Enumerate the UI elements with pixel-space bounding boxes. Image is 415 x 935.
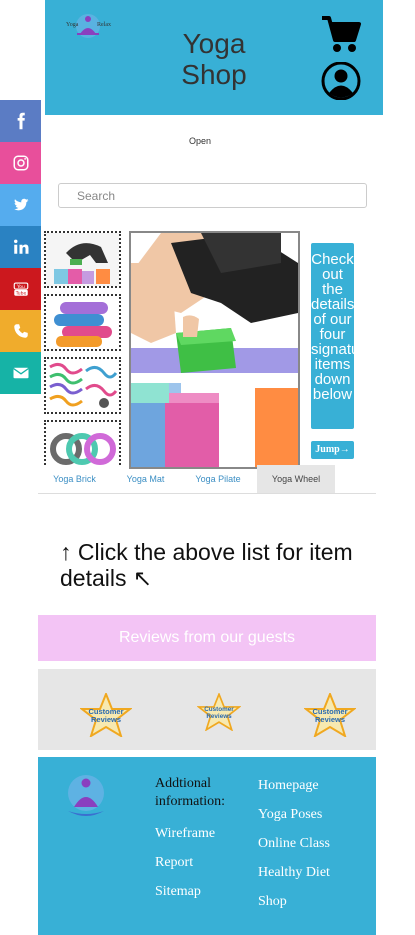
tab-yoga-mat[interactable]: Yoga Mat (111, 465, 180, 493)
instagram-icon (13, 155, 28, 171)
linkedin-link[interactable] (0, 226, 41, 268)
thumbnail-yoga-brick[interactable] (44, 231, 121, 288)
page-title-line1: Yoga (182, 28, 246, 59)
open-nav-button[interactable]: Open (170, 136, 230, 146)
search-input[interactable] (58, 183, 367, 208)
twitter-icon (13, 198, 28, 211)
jump-button[interactable]: Jump→ (311, 441, 354, 459)
footer-link-shop[interactable]: Shop (258, 887, 330, 916)
page-title: Yoga Shop (165, 28, 263, 90)
yoga-brick-thumbnail-image (46, 233, 119, 286)
yoga-brick-product-image (131, 233, 298, 467)
star-badge-icon: Customer Reviews (303, 691, 357, 739)
badge-text-line2: Reviews (206, 713, 232, 720)
footer-links-left: Wireframe Report Sitemap (155, 819, 215, 906)
site-logo[interactable]: Yoga Relax (65, 12, 111, 42)
social-sidebar: You Tube (0, 100, 41, 394)
logo-text-left: Yoga (66, 22, 79, 28)
footer-link-wireframe[interactable]: Wireframe (155, 819, 215, 848)
email-link[interactable] (0, 352, 41, 394)
twitter-link[interactable] (0, 184, 41, 226)
yoga-mat-thumbnail-image (46, 296, 119, 349)
footer-link-yoga-poses[interactable]: Yoga Poses (258, 800, 330, 829)
reviews-panel: Customer Reviews Customer Reviews Custom… (38, 669, 376, 750)
footer-link-report[interactable]: Report (155, 848, 215, 877)
linkedin-icon (13, 239, 28, 254)
badge-text-line2: Reviews (91, 715, 121, 724)
phone-link[interactable] (0, 310, 41, 352)
customer-reviews-badge[interactable]: Customer Reviews (196, 691, 242, 737)
yoga-wheel-thumbnail-image (46, 422, 119, 465)
star-badge-icon: Customer Reviews (79, 691, 133, 739)
tab-yoga-brick[interactable]: Yoga Brick (38, 465, 111, 493)
header: Yoga Relax Yoga Shop (45, 0, 383, 115)
youtube-icon: YouTube (13, 282, 28, 297)
footer-link-healthy-diet[interactable]: Healthy Diet (258, 858, 330, 887)
promo-card: Check out the details of our four signat… (311, 243, 354, 429)
thumbnail-yoga-mat[interactable] (44, 294, 121, 351)
footer: Addtional information: Wireframe Report … (38, 757, 376, 935)
footer-link-sitemap[interactable]: Sitemap (155, 877, 215, 906)
footer-logo[interactable] (60, 773, 112, 821)
customer-reviews-badge[interactable]: Customer Reviews (79, 691, 133, 739)
main-product-image[interactable] (129, 231, 300, 469)
lotus-logo-icon (68, 775, 104, 816)
instruction-text: ↑ Click the above list for item details … (60, 539, 353, 591)
reviews-banner: Reviews from our guests (38, 615, 376, 661)
envelope-icon (12, 367, 29, 379)
facebook-icon (17, 112, 25, 130)
thumbnail-yoga-pilate[interactable] (44, 357, 121, 414)
page-title-line2: Shop (181, 59, 247, 90)
svg-text:Tube: Tube (14, 291, 26, 297)
instagram-link[interactable] (0, 142, 41, 184)
footer-additional-text: Addtional information: (155, 776, 225, 809)
product-tabs: Yoga Brick Yoga Mat Yoga Pilate Yoga Whe… (38, 465, 376, 494)
cart-icon[interactable] (320, 14, 362, 54)
customer-reviews-badge[interactable]: Customer Reviews (303, 691, 357, 739)
user-account-icon[interactable] (319, 61, 363, 101)
footer-link-homepage[interactable]: Homepage (258, 771, 330, 800)
thumbnail-list (44, 231, 121, 465)
footer-link-online-class[interactable]: Online Class (258, 829, 330, 858)
tab-yoga-wheel[interactable]: Yoga Wheel (257, 465, 335, 493)
youtube-link[interactable]: You Tube (0, 268, 41, 310)
yoga-pilate-thumbnail-image (46, 359, 119, 412)
star-badge-icon: Customer Reviews (196, 691, 242, 732)
badge-text-line2: Reviews (315, 715, 345, 724)
tab-yoga-pilate[interactable]: Yoga Pilate (180, 465, 256, 493)
logo-text-right: Relax (97, 22, 111, 28)
svg-text:You: You (16, 284, 25, 290)
footer-links-right: Homepage Yoga Poses Online Class Healthy… (258, 771, 330, 916)
phone-icon (13, 324, 28, 338)
facebook-link[interactable] (0, 100, 41, 142)
footer-additional-label: Addtional information: (155, 775, 239, 811)
thumbnail-yoga-wheel[interactable] (44, 420, 121, 465)
